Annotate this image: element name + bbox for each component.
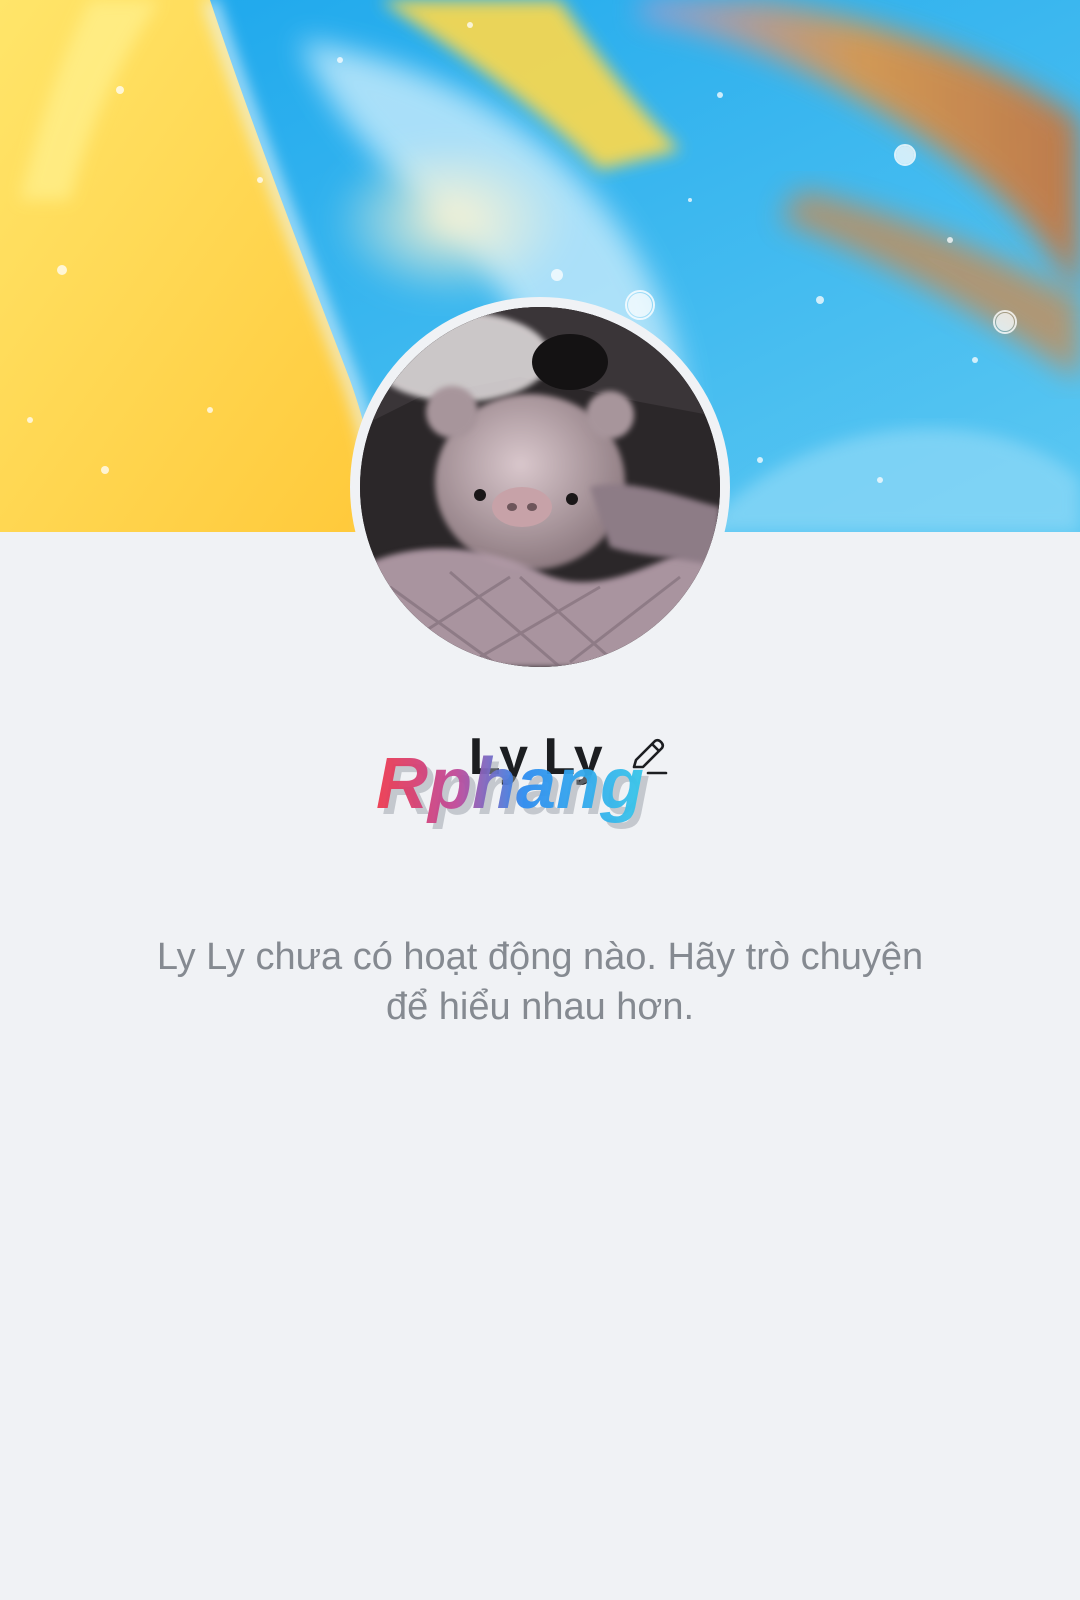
profile-page: Ly Ly Rphang Rphang Ly Ly chưa có hoạt đ… (0, 0, 1080, 1600)
avatar (360, 307, 720, 667)
empty-activity-line-2: để hiểu nhau hơn. (385, 986, 695, 1028)
profile-name-row: Ly Ly (0, 722, 1080, 792)
profile-avatar[interactable] (350, 297, 730, 677)
empty-activity-message: Ly Ly chưa có hoạt động nào. Hãy trò chu… (90, 932, 990, 1032)
profile-name: Ly Ly (468, 728, 604, 786)
empty-activity-line-1: Ly Ly chưa có hoạt động nào. Hãy trò chu… (156, 936, 924, 978)
pencil-icon[interactable] (625, 734, 671, 780)
